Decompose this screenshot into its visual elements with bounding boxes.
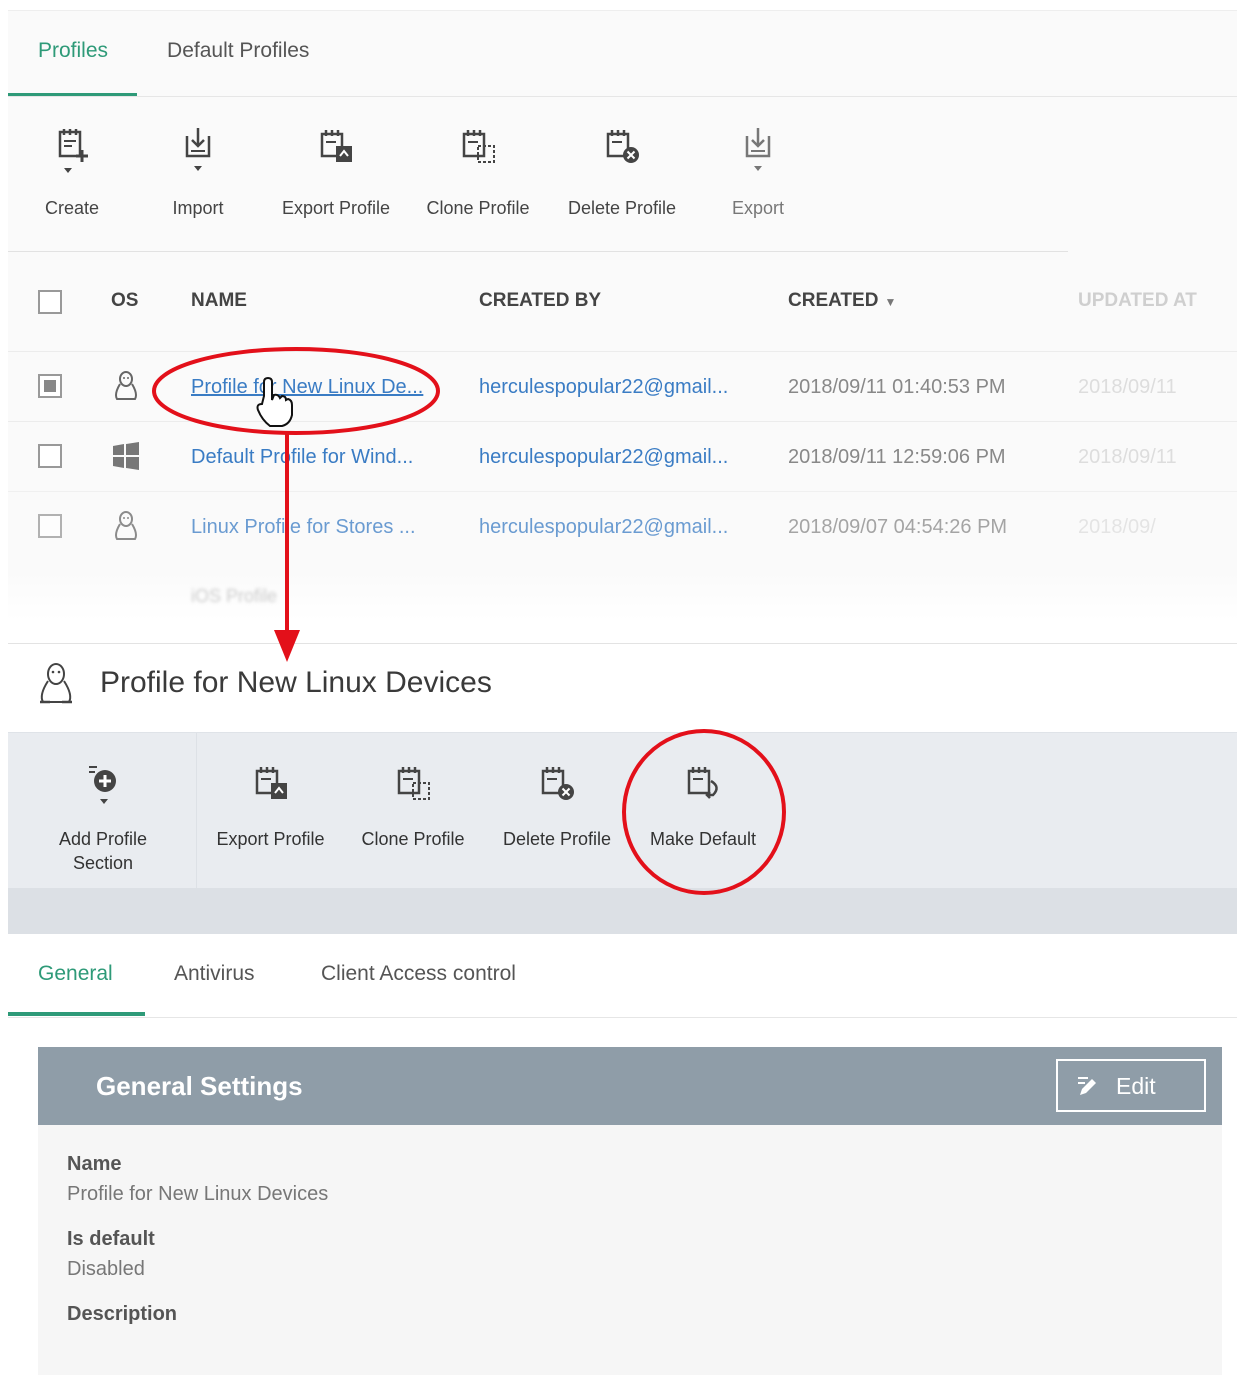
tab-client-access-control[interactable]: Client Access control bbox=[321, 962, 516, 986]
is-default-label: Is default bbox=[67, 1228, 155, 1250]
is-default-value: Disabled bbox=[67, 1258, 145, 1280]
tab-general[interactable]: General bbox=[38, 962, 113, 986]
row-checkbox[interactable] bbox=[38, 374, 62, 398]
add-profile-section-button[interactable]: Add Profile Section bbox=[48, 763, 158, 875]
row-checkbox[interactable] bbox=[38, 514, 62, 538]
export-profile-label: Export Profile bbox=[281, 198, 391, 218]
updated-date: 2018/09/11 bbox=[1078, 376, 1177, 398]
select-all-checkbox[interactable] bbox=[38, 290, 62, 314]
make-default-label: Make Default bbox=[649, 829, 757, 849]
delete-profile-icon bbox=[541, 767, 574, 800]
linux-icon bbox=[40, 663, 72, 704]
general-settings-header: General Settings Edit bbox=[38, 1047, 1222, 1125]
import-icon bbox=[185, 128, 211, 171]
delete-profile-label: Delete Profile bbox=[502, 829, 612, 849]
tabs-divider bbox=[8, 96, 1237, 97]
make-default-icon bbox=[687, 767, 718, 799]
clone-profile-label: Clone Profile bbox=[361, 829, 465, 849]
column-name[interactable]: NAME bbox=[191, 290, 247, 312]
windows-icon bbox=[113, 442, 139, 470]
export-profile-icon bbox=[320, 130, 352, 162]
clone-profile-button[interactable]: Clone Profile bbox=[353, 763, 473, 851]
table-row[interactable]: Linux Profile for Stores ... herculespop… bbox=[8, 491, 1237, 561]
profile-name-link[interactable]: Profile for New Linux De... bbox=[191, 376, 423, 399]
created-date: 2018/09/11 01:40:53 PM bbox=[788, 376, 1006, 398]
tab-antivirus[interactable]: Antivirus bbox=[174, 962, 255, 986]
created-date: 2018/09/07 04:54:26 PM bbox=[788, 516, 1008, 538]
profile-toolbar: Add Profile Section Export Profile Clone… bbox=[8, 732, 1237, 889]
created-by[interactable]: herculespopular22@gmail... bbox=[479, 516, 728, 539]
table-row[interactable]: Profile for New Linux De... herculespopu… bbox=[8, 351, 1237, 421]
create-label: Create bbox=[44, 198, 100, 218]
export-label: Export bbox=[731, 198, 785, 218]
delete-profile-button[interactable]: Delete Profile bbox=[495, 763, 619, 851]
linux-icon bbox=[115, 371, 137, 400]
delete-profile-button[interactable]: Delete Profile bbox=[552, 126, 692, 219]
table-row[interactable]: Default Profile for Wind... herculespopu… bbox=[8, 421, 1237, 491]
add-profile-section-label: Add Profile Section bbox=[48, 827, 158, 875]
edit-button[interactable]: Edit bbox=[1056, 1059, 1206, 1112]
created-date: 2018/09/11 12:59:06 PM bbox=[788, 446, 1006, 468]
sort-desc-icon: ▼ bbox=[884, 295, 897, 309]
clone-profile-icon bbox=[397, 767, 430, 800]
export-profile-label: Export Profile bbox=[216, 829, 325, 849]
toolbar-separator bbox=[196, 733, 197, 889]
toolbar-band bbox=[8, 888, 1237, 934]
clone-profile-label: Clone Profile bbox=[426, 198, 530, 218]
clone-profile-icon bbox=[462, 130, 495, 163]
export-icon bbox=[745, 128, 771, 171]
import-label: Import bbox=[172, 198, 224, 218]
description-label: Description bbox=[67, 1303, 178, 1325]
column-created-by[interactable]: CREATED BY bbox=[479, 290, 601, 312]
table-header: OS NAME CREATED BY CREATED ▼ UPDATED AT bbox=[8, 266, 1237, 351]
tab-default-profiles[interactable]: Default Profiles bbox=[137, 11, 338, 97]
import-button[interactable]: Import bbox=[128, 126, 268, 219]
column-updated-at[interactable]: UPDATED AT bbox=[1078, 290, 1197, 312]
partial-row-name: iOS Profile bbox=[191, 586, 278, 606]
profile-name-link[interactable]: Default Profile for Wind... bbox=[191, 446, 413, 469]
created-by[interactable]: herculespopular22@gmail... bbox=[479, 376, 728, 399]
column-created[interactable]: CREATED ▼ bbox=[788, 290, 896, 312]
general-settings-title: General Settings bbox=[96, 1071, 303, 1101]
create-profile-icon bbox=[58, 129, 88, 173]
profile-name-link[interactable]: Linux Profile for Stores ... bbox=[191, 516, 416, 539]
add-profile-label-line1: Add Profile bbox=[58, 829, 148, 849]
updated-date: 2018/09/11 bbox=[1078, 446, 1177, 468]
column-os[interactable]: OS bbox=[111, 290, 138, 312]
export-profile-button[interactable]: Export Profile bbox=[266, 126, 406, 219]
toolbar-divider bbox=[8, 251, 1068, 252]
created-by[interactable]: herculespopular22@gmail... bbox=[479, 446, 728, 469]
make-default-button[interactable]: Make Default bbox=[642, 763, 764, 851]
profile-detail-panel: Profile for New Linux Devices Add Profil… bbox=[8, 643, 1237, 1398]
create-button[interactable]: Create bbox=[2, 126, 142, 219]
profile-section-tabs: General Antivirus Client Access control bbox=[8, 934, 1237, 1018]
name-value: Profile for New Linux Devices bbox=[67, 1183, 329, 1205]
export-profile-icon bbox=[255, 767, 287, 799]
page-title: Profile for New Linux Devices bbox=[100, 666, 492, 699]
updated-date: 2018/09/ bbox=[1078, 516, 1156, 538]
delete-profile-label: Delete Profile bbox=[567, 198, 677, 218]
pencil-icon bbox=[1078, 1077, 1096, 1095]
linux-icon bbox=[115, 511, 137, 540]
edit-label: Edit bbox=[1116, 1073, 1156, 1099]
profiles-panel: Profiles Default Profiles Create Import … bbox=[8, 10, 1237, 621]
export-profile-button[interactable]: Export Profile bbox=[208, 763, 333, 851]
tab-profiles[interactable]: Profiles bbox=[8, 11, 138, 97]
add-profile-label-line2: Section bbox=[72, 853, 134, 873]
name-label: Name bbox=[67, 1153, 122, 1175]
clone-profile-button[interactable]: Clone Profile bbox=[408, 126, 548, 219]
general-settings-panel: General Settings Edit Name Profile for N… bbox=[38, 1047, 1222, 1375]
row-checkbox[interactable] bbox=[38, 444, 62, 468]
active-tab-indicator bbox=[8, 1012, 145, 1016]
profiles-tabs: Profiles Default Profiles bbox=[8, 11, 338, 97]
add-section-icon bbox=[89, 766, 116, 804]
column-created-label: CREATED bbox=[788, 290, 879, 311]
export-button[interactable]: Export bbox=[688, 126, 828, 219]
delete-profile-icon bbox=[606, 130, 639, 163]
